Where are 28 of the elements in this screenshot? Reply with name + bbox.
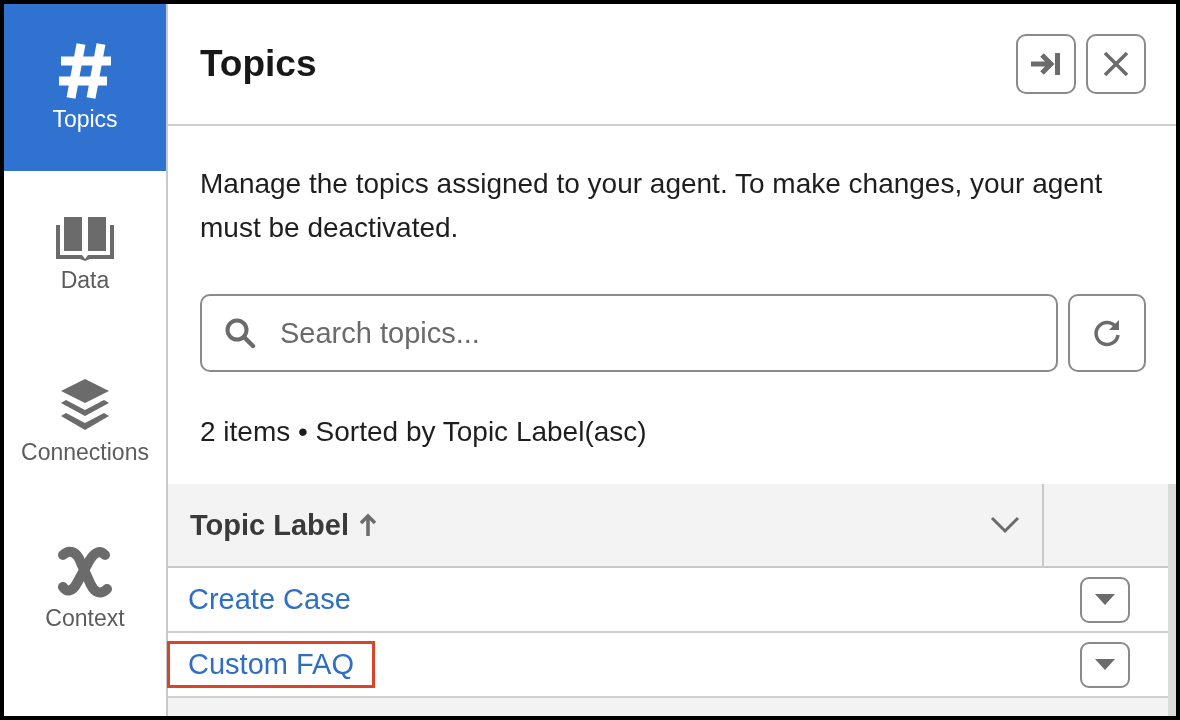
column-label: Topic Label	[190, 508, 349, 542]
refresh-icon	[1092, 318, 1122, 348]
arrow-to-bar-icon	[1029, 51, 1063, 77]
topic-link[interactable]: Custom FAQ	[170, 644, 372, 685]
panel-title: Topics	[200, 43, 317, 85]
sidebar-tab[interactable]: Topics	[4, 4, 166, 171]
caret-down-icon	[1094, 658, 1116, 671]
caret-down-icon	[1094, 593, 1116, 606]
close-button[interactable]	[1086, 34, 1146, 94]
layers-icon	[59, 377, 111, 433]
refresh-button[interactable]	[1068, 294, 1146, 372]
variable-icon	[57, 545, 113, 599]
search-field[interactable]: Search topics...	[200, 294, 1058, 372]
tab-label: Connections	[21, 439, 149, 466]
list-summary: 2 items • Sorted by Topic Label(asc)	[200, 416, 648, 448]
close-icon	[1103, 51, 1129, 77]
chevron-down-icon[interactable]	[990, 516, 1020, 534]
tab-label: Data	[60, 267, 110, 294]
tab-label: Context	[45, 605, 125, 632]
tab-label: Topics	[52, 106, 118, 133]
row-menu-button[interactable]	[1080, 641, 1130, 688]
column-header[interactable]: Topic Label	[168, 484, 1044, 566]
panel-description: Manage the topics assigned to your agent. To make changes, your agent must be deactivated.	[200, 167, 1104, 245]
row-menu-button[interactable]	[1080, 576, 1130, 623]
topic-link[interactable]: Create Case	[170, 579, 369, 620]
collapse-button[interactable]	[1016, 34, 1076, 94]
book-icon	[54, 215, 116, 261]
hash-icon	[57, 42, 113, 100]
